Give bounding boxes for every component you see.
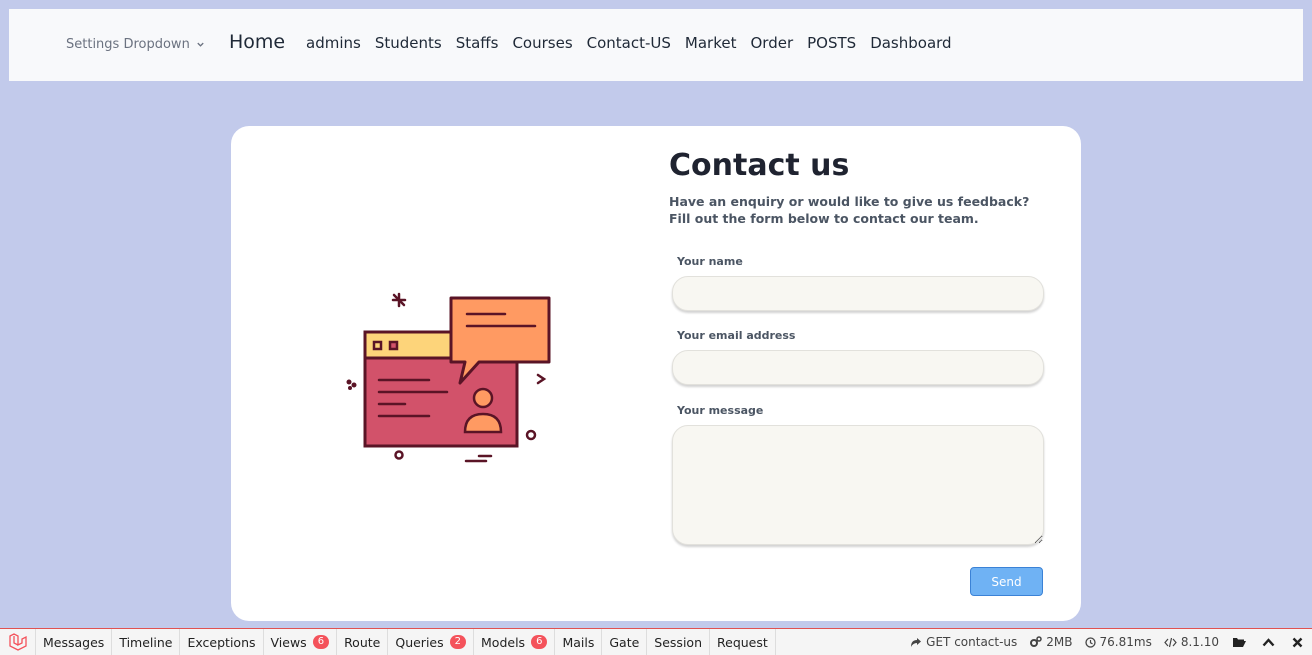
debug-tab-request[interactable]: Request [710,629,776,655]
nav-link-order[interactable]: Order [750,34,793,52]
share-icon [911,637,922,647]
nav-links: admins Students Staffs Courses Contact-U… [306,34,966,52]
name-label: Your name [677,255,743,268]
intro-line-1: Have an enquiry or would like to give us… [669,194,1030,209]
debug-tab-mails[interactable]: Mails [555,629,603,655]
contact-intro: Have an enquiry or would like to give us… [669,193,1029,227]
debug-tab-models[interactable]: Models 6 [474,629,556,655]
message-label: Your message [677,404,764,417]
laravel-logo-icon[interactable] [0,629,36,655]
message-textarea[interactable] [672,425,1044,545]
nav-link-dashboard[interactable]: Dashboard [870,34,951,52]
email-input[interactable] [672,350,1044,385]
settings-dropdown[interactable]: Settings Dropdown [66,37,205,52]
nav-link-posts[interactable]: POSTS [807,34,856,52]
nav-home-link[interactable]: Home [229,31,285,53]
send-button[interactable]: Send [970,567,1043,596]
debug-tab-exceptions[interactable]: Exceptions [180,629,264,655]
debug-tab-messages[interactable]: Messages [36,629,113,655]
debug-tab-timeline[interactable]: Timeline [112,629,181,655]
name-input[interactable] [672,276,1044,311]
code-icon [1164,637,1177,647]
close-icon[interactable] [1283,629,1312,655]
contact-card: Contact us Have an enquiry or would like… [231,126,1081,621]
queries-count-badge: 2 [449,635,467,649]
debug-tab-session[interactable]: Session [647,629,710,655]
version-info: 8.1.10 [1158,635,1225,649]
nav-link-staffs[interactable]: Staffs [456,34,499,52]
debug-tab-route[interactable]: Route [337,629,389,655]
contact-illustration-icon [346,292,551,463]
folder-open-icon[interactable] [1225,629,1254,655]
models-count-badge: 6 [531,635,548,649]
debug-bar-status: GET contact-us 2MB 76.81ms 8.1.10 [904,629,1312,655]
memory-info: 2MB [1023,635,1078,649]
nav-link-students[interactable]: Students [375,34,442,52]
debug-tab-views[interactable]: Views 6 [264,629,338,655]
debug-tab-gate[interactable]: Gate [602,629,648,655]
nav-link-market[interactable]: Market [685,34,737,52]
debug-bar: Messages Timeline Exceptions Views 6 Rout… [0,628,1312,655]
nav-link-admins[interactable]: admins [306,34,361,52]
nav-link-contact-us[interactable]: Contact-US [587,34,671,52]
debug-tab-queries[interactable]: Queries 2 [388,629,475,655]
chevron-up-icon[interactable] [1254,629,1283,655]
time-info: 76.81ms [1079,635,1158,649]
email-label: Your email address [677,329,796,342]
navbar: Settings Dropdown Home admins Students S… [9,9,1303,81]
intro-line-2: Fill out the form below to contact our t… [669,211,979,226]
settings-dropdown-label: Settings Dropdown [66,37,190,52]
nav-link-courses[interactable]: Courses [512,34,572,52]
route-info[interactable]: GET contact-us [904,635,1023,649]
page-title: Contact us [669,148,850,183]
cogs-icon [1030,636,1043,647]
views-count-badge: 6 [312,635,330,649]
chevron-down-icon [197,42,204,47]
clock-icon [1084,636,1096,648]
